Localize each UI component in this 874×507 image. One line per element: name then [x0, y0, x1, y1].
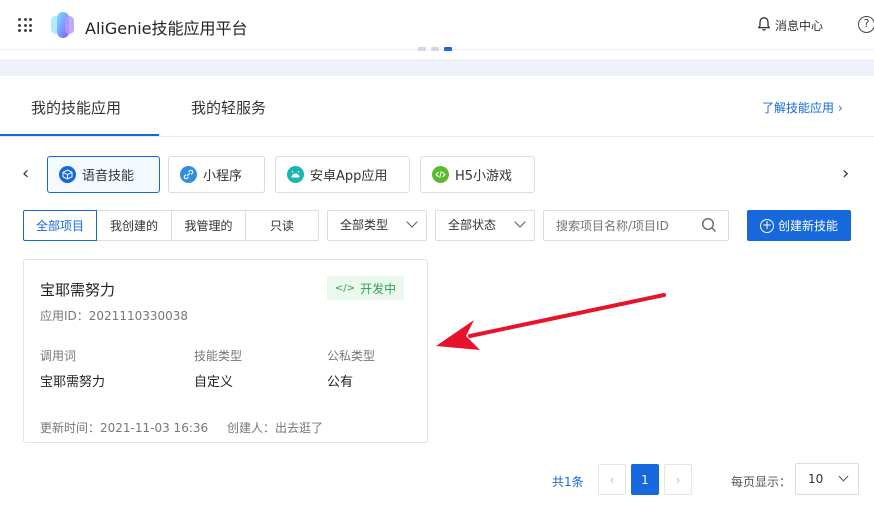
- category-label: 小程序: [203, 169, 243, 184]
- aligenie-logo: [51, 12, 74, 38]
- top-bar: AliGenie技能应用平台 消息中心 ?: [0, 0, 874, 50]
- per-page-label: 每页显示：: [731, 475, 792, 489]
- carousel-dot[interactable]: [418, 47, 426, 51]
- create-skill-label: 创建新技能: [777, 219, 838, 233]
- chevron-left-icon[interactable]: ‹: [22, 165, 29, 183]
- active-tab-indicator: [0, 134, 159, 136]
- status-select-value: 全部状态: [448, 218, 497, 232]
- banner-strip: [0, 59, 874, 76]
- learn-skills-label: 了解技能应用: [762, 101, 835, 115]
- per-page-select[interactable]: 10: [795, 463, 859, 495]
- scope-filter: 全部项目 我创建的 我管理的 只读: [23, 210, 319, 241]
- carousel-dots: [418, 47, 452, 51]
- category-label: 安卓App应用: [310, 169, 388, 184]
- bell-icon[interactable]: [756, 16, 772, 32]
- app-id: 应用ID：2021110330038: [40, 309, 189, 323]
- prev-page-button[interactable]: ‹: [598, 464, 626, 495]
- category-label: H5小游戏: [455, 169, 513, 184]
- category-mini-program[interactable]: 小程序: [168, 156, 265, 193]
- chevron-down-icon: [406, 216, 418, 228]
- android-icon: [287, 166, 304, 183]
- creator: 创建人：出去逛了: [227, 421, 324, 435]
- scope-read-only[interactable]: 只读: [245, 210, 319, 241]
- app-title: AliGenie技能应用平台: [85, 19, 248, 38]
- cube-icon: [59, 166, 76, 183]
- main-tabs: 我的技能应用 我的轻服务 了解技能应用 ›: [0, 76, 874, 137]
- carousel-dot[interactable]: [431, 47, 439, 51]
- help-icon[interactable]: ?: [858, 16, 874, 33]
- skill-type-label: 技能类型: [194, 349, 243, 363]
- chevron-down-icon: [514, 216, 526, 228]
- type-select[interactable]: 全部类型: [327, 210, 427, 241]
- scope-all-projects[interactable]: 全部项目: [23, 210, 97, 241]
- skill-card[interactable]: 宝耶需努力 </> 开发中 应用ID：2021110330038 调用词 技能类…: [23, 259, 428, 443]
- updated-time: 更新时间：2021-11-03 16:36: [40, 421, 209, 435]
- code-icon: [432, 166, 449, 183]
- create-skill-button[interactable]: + 创建新技能: [747, 210, 851, 241]
- learn-skills-link[interactable]: 了解技能应用 ›: [762, 99, 843, 116]
- total-count: 共1条: [552, 475, 584, 489]
- skill-name: 宝耶需努力: [40, 281, 116, 299]
- carousel-dot-active[interactable]: [444, 47, 452, 51]
- code-icon: </>: [334, 282, 356, 294]
- type-select-value: 全部类型: [340, 218, 389, 232]
- chevron-right-icon: ›: [838, 101, 843, 115]
- next-page-button[interactable]: ›: [664, 464, 692, 495]
- search-icon[interactable]: [701, 217, 717, 233]
- chevron-right-icon[interactable]: ›: [842, 165, 849, 183]
- skill-type-value: 自定义: [194, 375, 234, 390]
- category-h5-game[interactable]: H5小游戏: [420, 156, 535, 193]
- status-select[interactable]: 全部状态: [435, 210, 535, 241]
- status-badge: </> 开发中: [327, 276, 404, 300]
- tab-my-skills[interactable]: 我的技能应用: [31, 97, 121, 118]
- annotation-arrow: [436, 293, 666, 350]
- tab-my-light-services[interactable]: 我的轻服务: [191, 97, 266, 118]
- status-badge-label: 开发中: [360, 281, 397, 296]
- page-1-button[interactable]: 1: [631, 464, 659, 495]
- message-center-link[interactable]: 消息中心: [775, 17, 823, 34]
- plus-circle-icon: +: [759, 217, 774, 233]
- scope-created-by-me[interactable]: 我创建的: [96, 210, 172, 241]
- per-page-value: 10: [808, 472, 824, 486]
- category-label: 语音技能: [82, 169, 135, 184]
- category-voice-skill[interactable]: 语音技能: [47, 156, 160, 193]
- visibility-value: 公有: [327, 375, 354, 390]
- chevron-down-icon: [838, 471, 849, 482]
- apps-grid-icon[interactable]: [18, 18, 32, 32]
- visibility-label: 公私类型: [327, 349, 376, 363]
- link-icon: [180, 166, 197, 183]
- invocation-value: 宝耶需努力: [40, 375, 106, 390]
- category-android-app[interactable]: 安卓App应用: [275, 156, 410, 193]
- scope-managed-by-me[interactable]: 我管理的: [171, 210, 246, 241]
- invocation-label: 调用词: [40, 349, 77, 363]
